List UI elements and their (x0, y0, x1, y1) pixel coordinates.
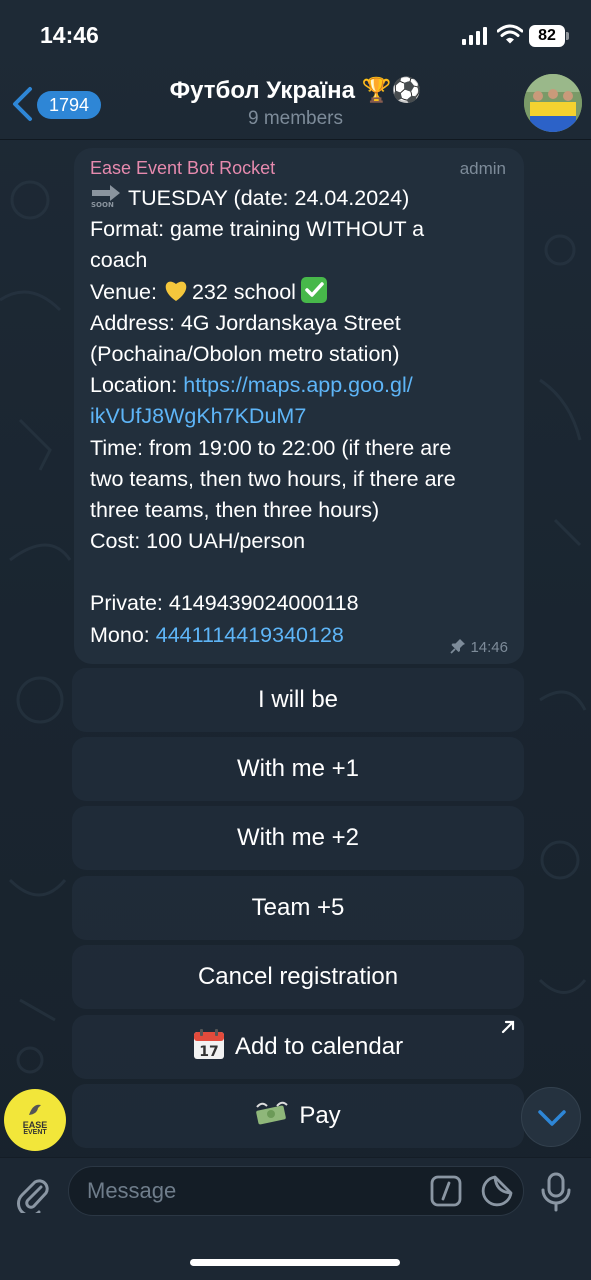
microphone-icon[interactable] (538, 1172, 574, 1212)
chat-header: 1794 Футбол Україна 🏆⚽ 9 members (0, 64, 591, 140)
add-to-calendar-button[interactable]: 17 Add to calendar (72, 1015, 524, 1079)
cancel-registration-button[interactable]: Cancel registration (72, 945, 524, 1009)
text-line: SOON TUESDAY (date: 24.04.2024) (91, 185, 410, 210)
sticker-icon[interactable] (480, 1174, 514, 1208)
chevron-down-icon (538, 1110, 566, 1126)
with-me-plus-2-button[interactable]: With me +2 (72, 806, 524, 870)
team-plus-5-button[interactable]: Team +5 (72, 876, 524, 940)
yellow-heart-icon (165, 281, 187, 301)
chat-title[interactable]: Футбол Україна 🏆⚽ (0, 76, 591, 105)
bird-logo-icon (29, 1104, 41, 1115)
bot-avatar[interactable]: EASE EVENT (4, 1089, 66, 1151)
text-line: Cost: 100 UAH/person (90, 529, 306, 554)
message-text: SOON TUESDAY (date: 24.04.2024) Format: … (90, 183, 515, 651)
bot-avatar-line2: EVENT (23, 1129, 47, 1136)
text-line: Format: game training WITHOUT a (90, 217, 425, 242)
message-bubble[interactable]: Ease Event Bot Rocket admin SOON TUESDAY… (74, 148, 524, 664)
pay-button[interactable]: Pay (72, 1084, 524, 1148)
text-line: two teams, then two hours, if there are (90, 466, 456, 491)
text-line: (Pochaina/Obolon metro station) (90, 341, 400, 366)
maps-link-continued[interactable]: ikVUfJ8WgKh7KDuM7 (90, 401, 515, 432)
scroll-down-button[interactable] (521, 1087, 581, 1147)
i-will-be-button[interactable]: I will be (72, 668, 524, 732)
check-mark-icon (300, 276, 327, 303)
with-me-plus-1-button[interactable]: With me +1 (72, 737, 524, 801)
group-avatar[interactable] (524, 74, 582, 132)
sender-name[interactable]: Ease Event Bot Rocket (90, 158, 275, 179)
calendar-icon: 17 (193, 1029, 224, 1060)
home-indicator (190, 1259, 400, 1266)
soon-arrow-icon: SOON (91, 185, 120, 208)
maps-link[interactable]: https://maps.app.goo.gl/ (183, 373, 412, 397)
admin-tag: admin (459, 159, 506, 178)
text-line: Address: 4G Jordanskaya Street (90, 310, 401, 335)
text-line: Time: from 19:00 to 22:00 (if there are (90, 435, 452, 460)
slash-commands-icon[interactable] (430, 1175, 462, 1207)
svg-text:17: 17 (199, 1044, 218, 1060)
money-icon (256, 1101, 289, 1125)
paperclip-icon[interactable] (14, 1175, 52, 1213)
svg-text:SOON: SOON (91, 201, 114, 208)
text-line: Private: 4149439024000118 (90, 591, 359, 616)
chat-members-count: 9 members (247, 108, 344, 129)
status-time: 14:46 (40, 22, 99, 48)
cellular-signal-icon (462, 27, 487, 45)
status-bar: 14:46 82 (0, 0, 591, 64)
text-line: Location: https://maps.app.goo.gl/ (90, 373, 413, 398)
text-line: coach (90, 248, 148, 273)
battery-cap (566, 32, 569, 40)
external-arrow-icon (501, 1020, 515, 1034)
message-meta: 14:46 (450, 638, 508, 656)
message-time: 14:46 (470, 639, 508, 656)
battery-icon: 82 (529, 25, 565, 47)
wifi-icon (497, 24, 523, 44)
pin-icon (450, 639, 466, 654)
text-line: three teams, then three hours) (90, 497, 380, 522)
card-number-link[interactable]: 4441114419340128 (156, 623, 344, 647)
text-line: Venue: 232 school (90, 276, 515, 308)
